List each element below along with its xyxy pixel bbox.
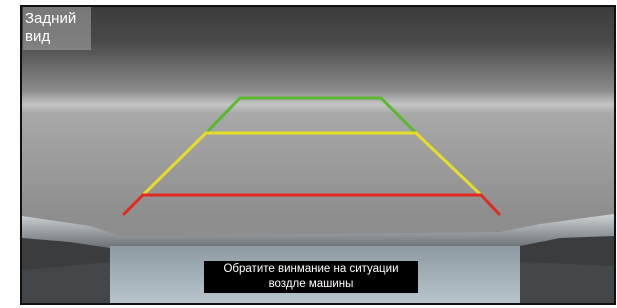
rear-camera-view: Задний вид Обратите винмание на ситуации… (0, 0, 617, 308)
view-label-line1: Задний (25, 10, 77, 27)
warning-line2: воздле машины (268, 278, 354, 290)
view-mode-label: Задний вид (23, 7, 91, 50)
warning-line1: Обратите винмание на ситуации (223, 263, 399, 275)
warning-message: Обратите винмание на ситуации воздле маш… (204, 261, 418, 293)
view-label-line2: вид (25, 28, 51, 45)
